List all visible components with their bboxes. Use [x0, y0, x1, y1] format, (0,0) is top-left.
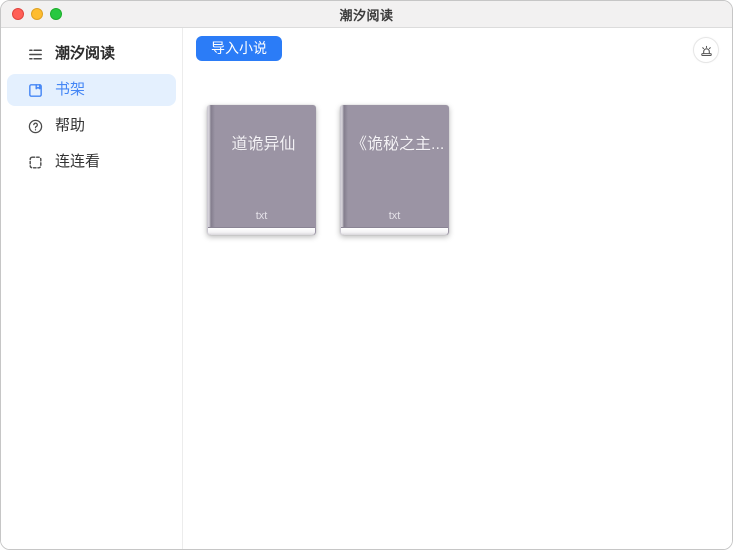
sidebar-item-bookshelf[interactable]: 书架 — [7, 74, 176, 106]
sidebar-item-label: 潮汐阅读 — [55, 45, 115, 63]
window-title: 潮汐阅读 — [339, 5, 393, 24]
bookmark-icon — [26, 81, 44, 99]
sidebar-item-label: 帮助 — [55, 117, 85, 135]
app-body: 潮汐阅读 书架 帮 — [1, 28, 732, 549]
sidebar-item-label: 书架 — [55, 81, 85, 99]
book-pages-edge — [208, 227, 315, 235]
sidebar-item-help[interactable]: 帮助 — [7, 110, 176, 142]
titlebar: 潮汐阅读 — [1, 1, 732, 28]
main-panel: 导入小说 道诡异仙 txt 《诡秘之主... txt — [183, 28, 732, 549]
bookshelf-grid: 道诡异仙 txt 《诡秘之主... txt — [207, 105, 720, 235]
sidebar: 潮汐阅读 书架 帮 — [1, 28, 183, 549]
book-title: 《诡秘之主... — [340, 130, 449, 154]
book-format-label: txt — [207, 210, 316, 222]
app-window: 潮汐阅读 潮汐阅读 书架 — [0, 0, 733, 550]
traffic-lights — [12, 8, 62, 20]
help-circle-icon — [26, 117, 44, 135]
sidebar-item-app-home[interactable]: 潮汐阅读 — [7, 38, 176, 70]
book-cover[interactable]: 道诡异仙 txt — [207, 105, 316, 235]
zoom-button[interactable] — [50, 8, 62, 20]
book-cover[interactable]: 《诡秘之主... txt — [340, 105, 449, 235]
alarm-lamp-button[interactable] — [693, 37, 719, 63]
alarm-lamp-icon — [699, 43, 714, 58]
minimize-button[interactable] — [31, 8, 43, 20]
book-format-label: txt — [340, 210, 449, 222]
sidebar-item-lianliankan[interactable]: 连连看 — [7, 146, 176, 178]
close-button[interactable] — [12, 8, 24, 20]
sidebar-item-label: 连连看 — [55, 153, 100, 171]
import-novel-button[interactable]: 导入小说 — [196, 36, 282, 61]
book-title: 道诡异仙 — [207, 130, 316, 154]
book-pages-edge — [341, 227, 448, 235]
dashed-square-icon — [26, 153, 44, 171]
list-lines-icon — [26, 45, 44, 63]
